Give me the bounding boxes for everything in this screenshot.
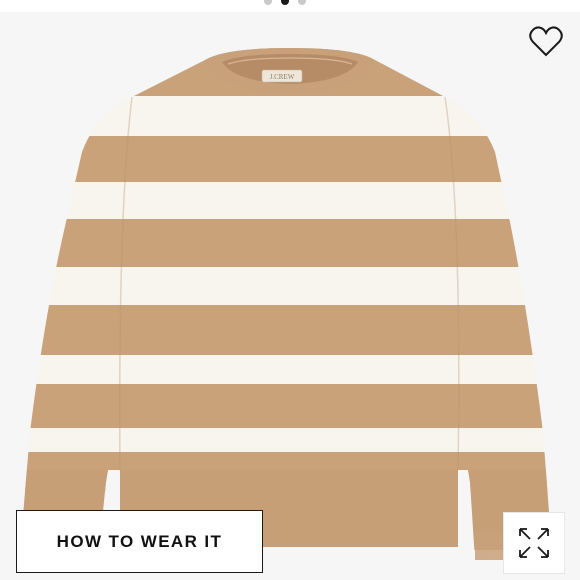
favorite-button[interactable] [529, 26, 563, 58]
product-image[interactable]: J.CREW [0, 12, 580, 580]
expand-arrows-icon [519, 528, 549, 558]
carousel-pagination [264, 0, 306, 5]
carousel-header [0, 0, 580, 12]
how-to-wear-label: HOW TO WEAR IT [56, 531, 223, 551]
carousel-dot[interactable] [298, 0, 306, 5]
carousel-dot[interactable] [264, 0, 272, 5]
brand-label: J.CREW [270, 73, 295, 81]
carousel-dot-active[interactable] [281, 0, 289, 5]
heart-icon [529, 26, 563, 57]
expand-image-button[interactable] [503, 512, 565, 574]
how-to-wear-button[interactable]: HOW TO WEAR IT [16, 510, 263, 573]
